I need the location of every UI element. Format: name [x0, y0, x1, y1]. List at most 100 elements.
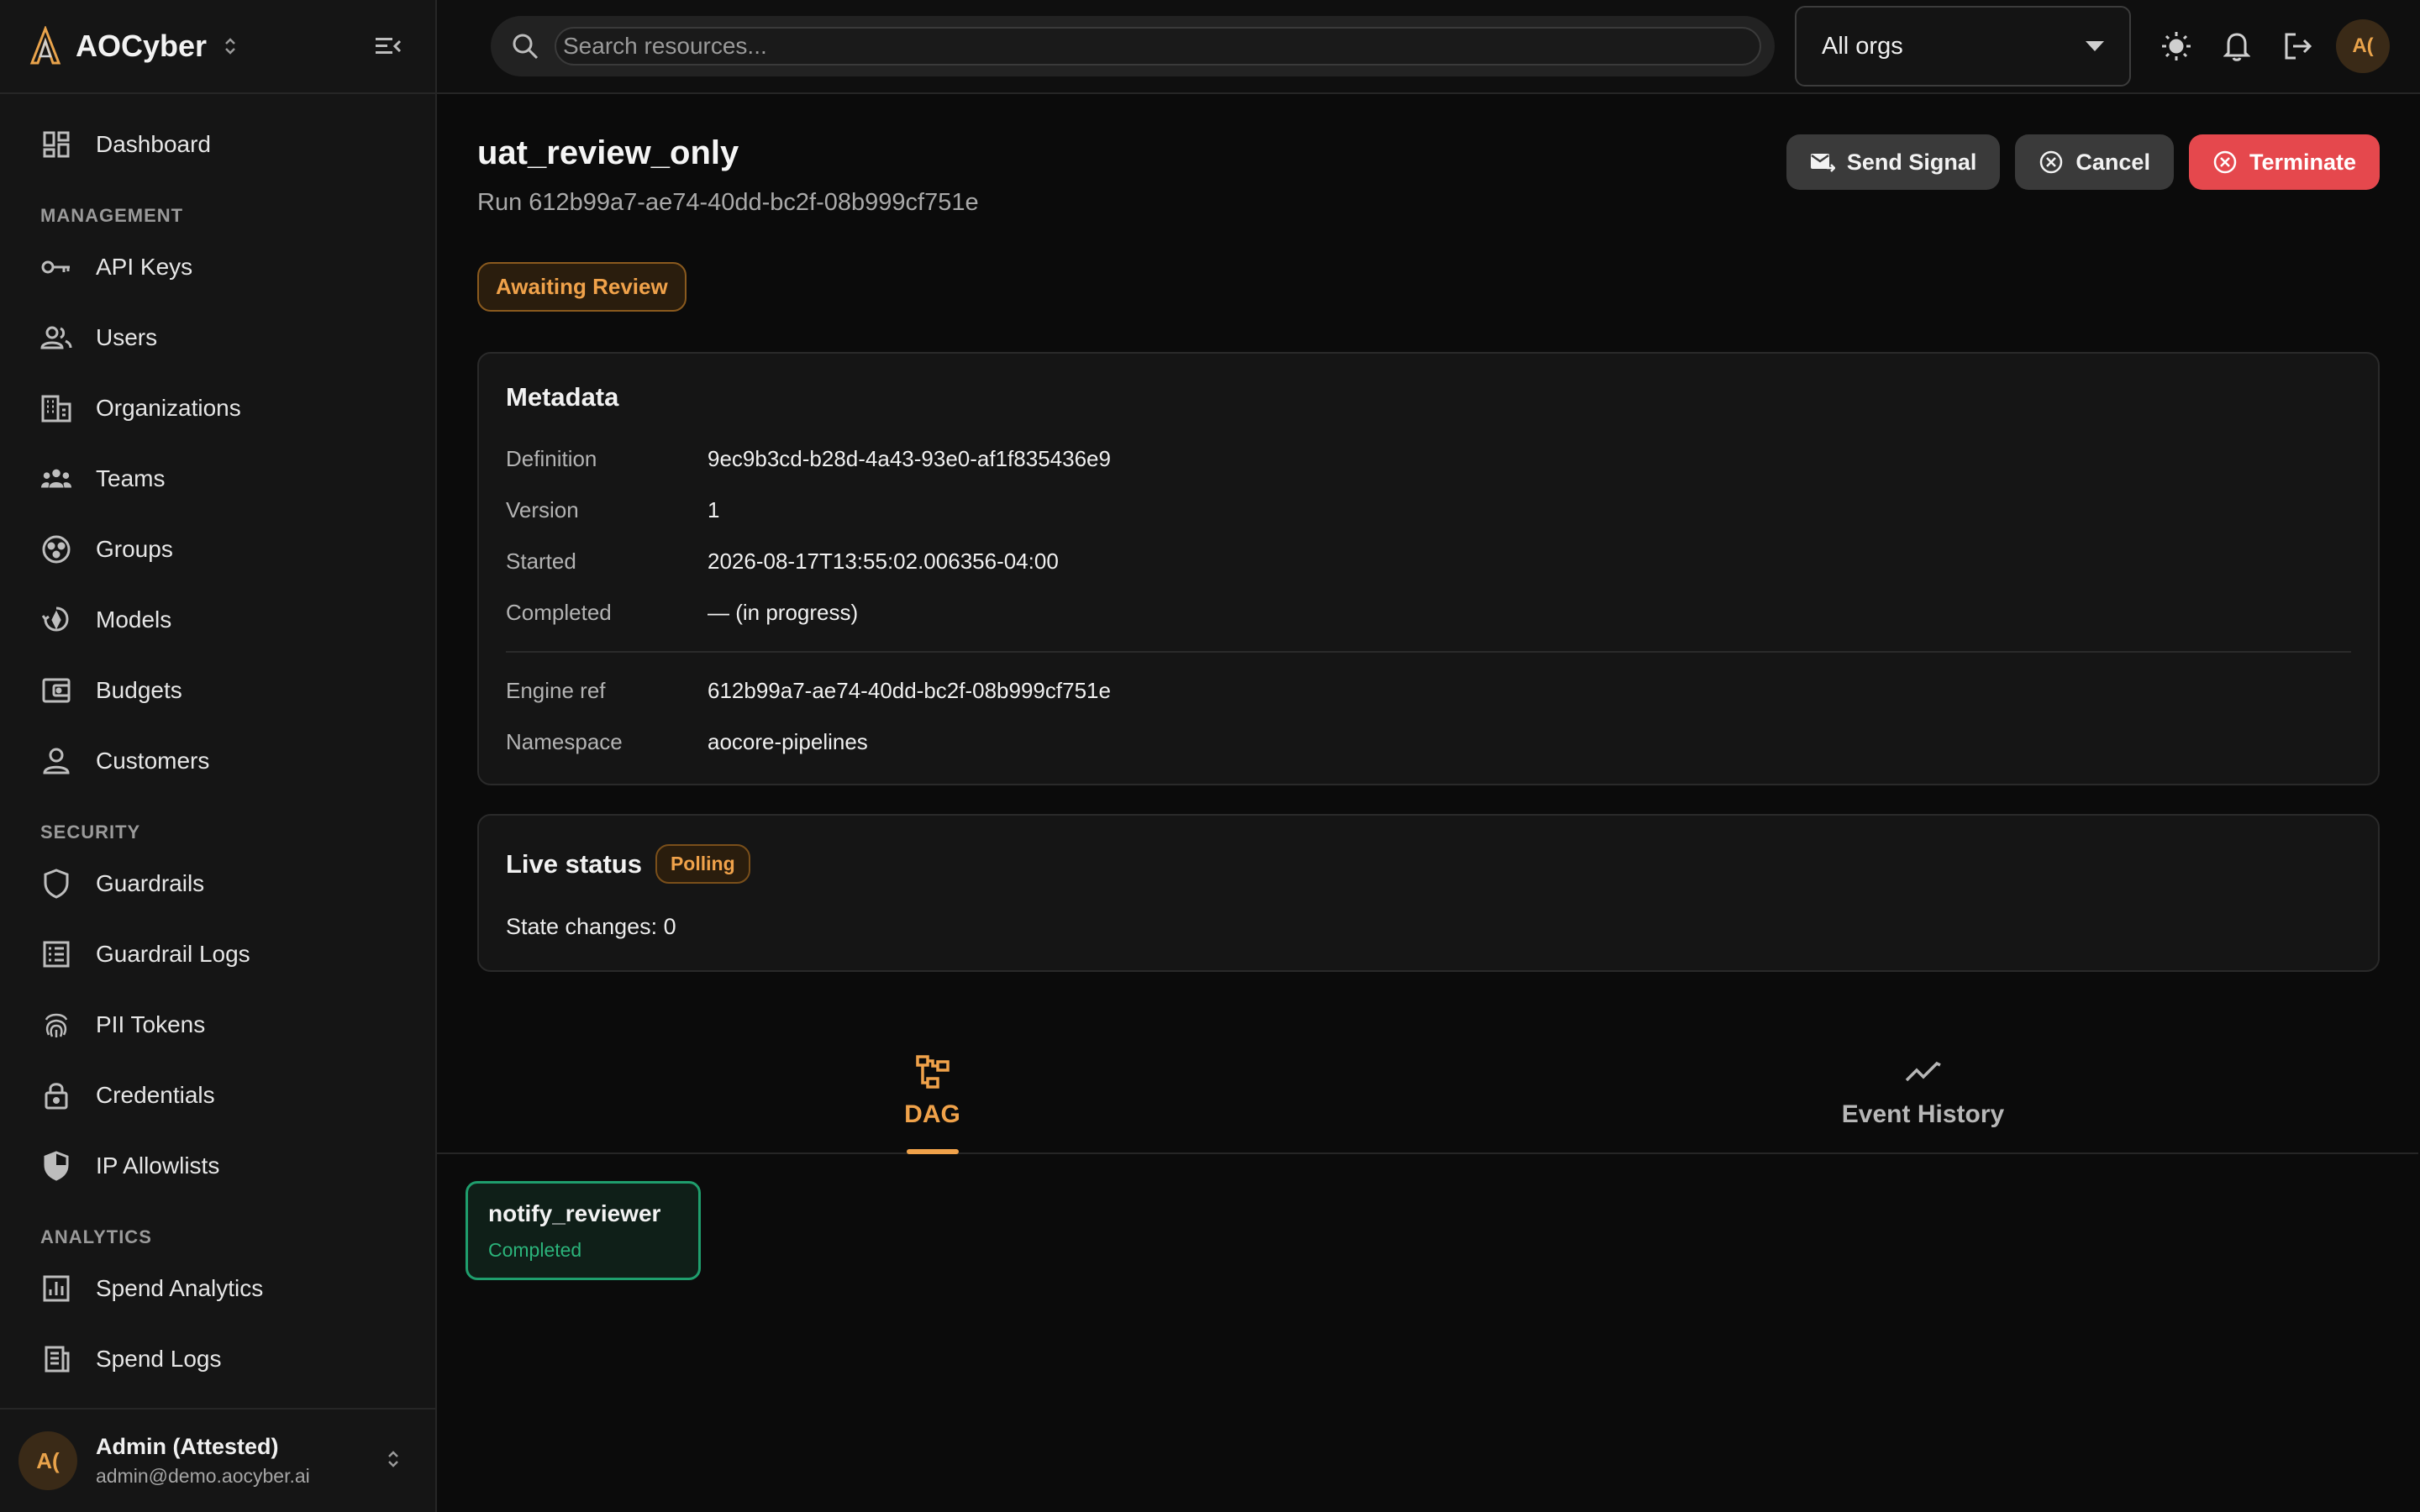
metadata-value: 9ec9b3cd-b28d-4a43-93e0-af1f835436e9 — [708, 446, 1111, 471]
metadata-row-engine-ref: Engine ref 612b99a7-ae74-40dd-bc2f-08b99… — [506, 678, 2351, 704]
metadata-key: Engine ref — [506, 678, 606, 703]
metadata-row-namespace: Namespace aocore-pipelines — [506, 729, 2351, 755]
sidebar-item-label: Dashboard — [96, 131, 211, 157]
dag-node[interactable]: notify_reviewer Completed — [466, 1181, 701, 1280]
sidebar-item-label: Budgets — [96, 677, 182, 703]
send-signal-button[interactable]: Send Signal — [1786, 134, 2001, 190]
search-icon — [513, 34, 539, 60]
main-content: All orgs A( uat_review_only Run 612b99a7… — [437, 0, 2420, 1512]
polling-badge: Polling — [655, 844, 750, 884]
shield-half-icon — [40, 1150, 72, 1182]
nav-section-analytics: ANALYTICS — [40, 1226, 152, 1247]
avatar[interactable]: A( — [2336, 19, 2390, 73]
run-tabs: DAG Event History — [437, 1042, 2418, 1154]
nav-section-management: MANAGEMENT — [40, 205, 184, 226]
sidebar-item-budgets[interactable]: Budgets — [0, 655, 435, 726]
metadata-row-version: Version 1 — [506, 497, 2351, 523]
org-select-value: All orgs — [1822, 32, 1903, 60]
sidebar-item-dashboard[interactable]: Dashboard — [0, 109, 435, 180]
sidebar-item-spend-logs[interactable]: Spend Logs — [0, 1324, 435, 1394]
sidebar-item-users[interactable]: Users — [0, 302, 435, 373]
sidebar-item-label: Models — [96, 606, 172, 633]
brand-name: AOCyber — [76, 29, 208, 63]
sidebar-item-guardrail-logs[interactable]: Guardrail Logs — [0, 919, 435, 990]
terminate-label: Terminate — [2249, 149, 2356, 175]
org-switcher-chevron-icon[interactable] — [224, 35, 237, 57]
metadata-key: Completed — [506, 600, 612, 625]
live-status-title: Live status — [506, 848, 642, 879]
theme-toggle-button[interactable] — [2146, 16, 2207, 76]
sidebar-item-label: PII Tokens — [96, 1011, 206, 1037]
chevron-up-down-icon[interactable] — [387, 1447, 400, 1475]
metadata-value: — (in progress) — [708, 600, 859, 625]
tab-dag[interactable]: DAG — [437, 1042, 1428, 1154]
brand-logo-icon — [29, 26, 61, 65]
terminate-button[interactable]: Terminate — [2188, 134, 2380, 190]
metadata-key: Definition — [506, 446, 597, 471]
logout-button[interactable] — [2267, 16, 2328, 76]
groups-icon — [40, 533, 72, 565]
sidebar-item-ip-allowlists[interactable]: IP Allowlists — [0, 1131, 435, 1201]
sidebar-item-label: Guardrail Logs — [96, 941, 250, 967]
user-name: Admin (Attested) — [96, 1434, 279, 1459]
key-icon — [40, 251, 72, 283]
sidebar-nav: Dashboard MANAGEMENT API Keys Users Orga — [0, 94, 435, 1408]
sidebar-item-label: Groups — [96, 536, 173, 562]
metadata-row-started: Started 2026-08-17T13:55:02.006356-04:00 — [506, 549, 2351, 575]
run-actions: Send Signal Cancel Terminate — [1786, 134, 2380, 190]
sidebar-item-spend-analytics[interactable]: Spend Analytics — [0, 1253, 435, 1324]
sidebar-item-models[interactable]: Models — [0, 585, 435, 655]
dag-node-name: notify_reviewer — [488, 1200, 661, 1226]
sidebar-item-label: Users — [96, 324, 158, 350]
line-chart-icon — [1905, 1061, 1941, 1082]
bell-icon — [2223, 33, 2250, 61]
metadata-value: 2026-08-17T13:55:02.006356-04:00 — [708, 549, 1059, 574]
metadata-value: 612b99a7-ae74-40dd-bc2f-08b999cf751e — [708, 678, 1111, 703]
tab-label: DAG — [904, 1100, 960, 1128]
user-info: Admin (Attested) admin@demo.aocyber.ai — [96, 1434, 310, 1488]
search-bar[interactable] — [491, 16, 1775, 76]
send-signal-label: Send Signal — [1846, 149, 1977, 175]
sidebar-item-label: Organizations — [96, 395, 241, 421]
sidebar-item-api-keys[interactable]: API Keys — [0, 232, 435, 302]
dashboard-icon — [40, 129, 72, 160]
search-input[interactable] — [555, 27, 1761, 66]
cancel-button[interactable]: Cancel — [2015, 134, 2174, 190]
sidebar-item-teams[interactable]: Teams — [0, 444, 435, 514]
sidebar-item-organizations[interactable]: Organizations — [0, 373, 435, 444]
avatar: A( — [18, 1431, 77, 1490]
sidebar-item-credentials[interactable]: Credentials — [0, 1060, 435, 1131]
sidebar-item-guardrails[interactable]: Guardrails — [0, 848, 435, 919]
nav-section-security: SECURITY — [40, 822, 141, 843]
org-select[interactable]: All orgs — [1795, 6, 2131, 87]
brand-header: AOCyber — [0, 0, 435, 94]
user-email: admin@demo.aocyber.ai — [96, 1465, 310, 1487]
dag-icon — [915, 1055, 950, 1089]
tab-label: Event History — [1841, 1100, 2005, 1128]
dag-node-status: Completed — [488, 1239, 582, 1261]
divider — [506, 651, 2351, 653]
lock-icon — [40, 1079, 72, 1111]
shield-icon — [40, 868, 72, 900]
tab-event-history[interactable]: Event History — [1428, 1042, 2418, 1152]
sidebar-item-label: Customers — [96, 748, 210, 774]
fingerprint-icon — [40, 1009, 72, 1041]
sidebar-item-label: API Keys — [96, 254, 193, 280]
sidebar-item-label: Guardrails — [96, 870, 205, 896]
collapse-sidebar-button[interactable] — [370, 28, 407, 65]
users-icon — [40, 322, 72, 354]
collapse-sidebar-icon — [376, 38, 402, 54]
sidebar-item-pii-tokens[interactable]: PII Tokens — [0, 990, 435, 1060]
list-icon — [40, 938, 72, 970]
cancel-circle-icon — [2039, 150, 2064, 175]
live-status-card: Live status Polling State changes: 0 — [477, 814, 2380, 972]
metadata-row-completed: Completed — (in progress) — [506, 600, 2351, 626]
notifications-button[interactable] — [2207, 16, 2267, 76]
metadata-row-definition: Definition 9ec9b3cd-b28d-4a43-93e0-af1f8… — [506, 446, 2351, 472]
sidebar-item-customers[interactable]: Customers — [0, 726, 435, 796]
metadata-title: Metadata — [506, 382, 619, 412]
caret-down-icon — [2086, 41, 2104, 51]
sidebar-item-label: Spend Analytics — [96, 1275, 264, 1301]
sidebar-item-groups[interactable]: Groups — [0, 514, 435, 585]
user-menu[interactable]: A( Admin (Attested) admin@demo.aocyber.a… — [0, 1408, 435, 1512]
